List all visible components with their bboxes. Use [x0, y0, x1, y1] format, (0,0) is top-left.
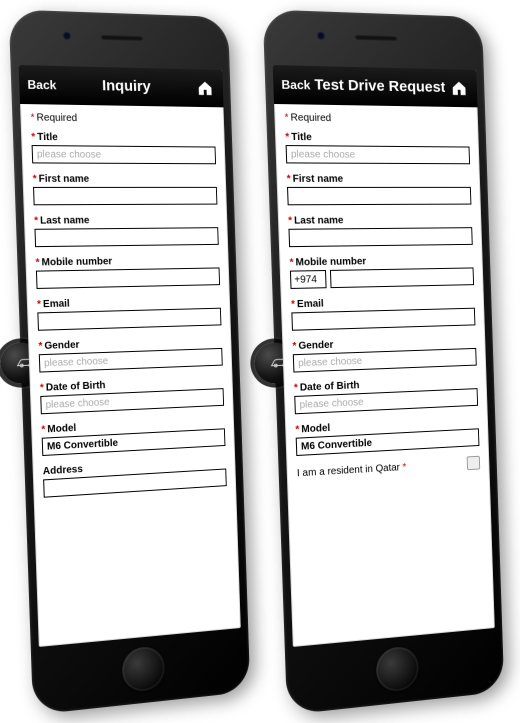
phone-mock-right: Back Test Drive Request *Required *Title…	[263, 9, 505, 715]
email-label: Email	[43, 298, 70, 310]
resident-label: I am a resident in Qatar	[297, 462, 400, 479]
required-note: *Required	[30, 112, 214, 126]
page-title: Test Drive Request	[314, 76, 445, 96]
title-select[interactable]	[32, 145, 216, 164]
gender-label: Gender	[298, 340, 333, 352]
email-input[interactable]	[37, 308, 221, 331]
phone-speaker	[354, 35, 397, 41]
dob-label: Date of Birth	[46, 380, 106, 394]
phone-home-button	[375, 645, 419, 693]
first-name-label: First name	[39, 174, 90, 185]
email-input[interactable]	[291, 308, 475, 331]
first-name-input[interactable]	[287, 187, 471, 205]
phone-mock-left: Back Inquiry *Required *Title *First nam…	[9, 9, 251, 715]
title-label: Title	[291, 132, 312, 143]
back-button[interactable]: Back	[281, 77, 310, 92]
mobile-label: Mobile number	[41, 256, 112, 268]
mobile-prefix[interactable]: +974	[290, 270, 327, 289]
gender-select[interactable]	[293, 348, 477, 373]
resident-checkbox[interactable]	[467, 456, 481, 470]
first-name-input[interactable]	[33, 187, 217, 205]
model-label: Model	[301, 423, 330, 436]
last-name-input[interactable]	[34, 227, 218, 247]
navbar: Back Inquiry	[19, 65, 224, 107]
model-label: Model	[47, 423, 76, 436]
gender-select[interactable]	[39, 348, 223, 373]
dob-label: Date of Birth	[300, 380, 360, 394]
back-button[interactable]: Back	[27, 77, 56, 92]
mobile-input[interactable]	[330, 267, 474, 288]
email-label: Email	[297, 298, 324, 310]
title-label: Title	[37, 132, 58, 143]
phone-speaker	[100, 35, 143, 41]
gender-label: Gender	[44, 340, 79, 352]
required-note: *Required	[284, 112, 468, 126]
mobile-input[interactable]	[36, 267, 220, 289]
phone-camera	[62, 32, 70, 40]
home-icon[interactable]	[194, 77, 215, 99]
screen-left: Back Inquiry *Required *Title *First nam…	[19, 65, 241, 647]
form-content: *Required *Title *First name *Last name …	[20, 104, 241, 647]
page-title: Inquiry	[60, 76, 191, 96]
phone-camera	[316, 32, 324, 40]
home-icon[interactable]	[448, 77, 469, 99]
first-name-label: First name	[293, 174, 344, 185]
form-content: *Required *Title *First name *Last name …	[274, 104, 495, 647]
phone-home-button	[121, 645, 165, 693]
title-select[interactable]	[286, 145, 470, 164]
screen-right: Back Test Drive Request *Required *Title…	[273, 65, 495, 647]
last-name-label: Last name	[294, 215, 344, 227]
mobile-label: Mobile number	[295, 256, 366, 268]
last-name-label: Last name	[40, 215, 90, 227]
navbar: Back Test Drive Request	[273, 65, 478, 107]
last-name-input[interactable]	[288, 227, 472, 247]
address-label: Address	[43, 464, 83, 477]
